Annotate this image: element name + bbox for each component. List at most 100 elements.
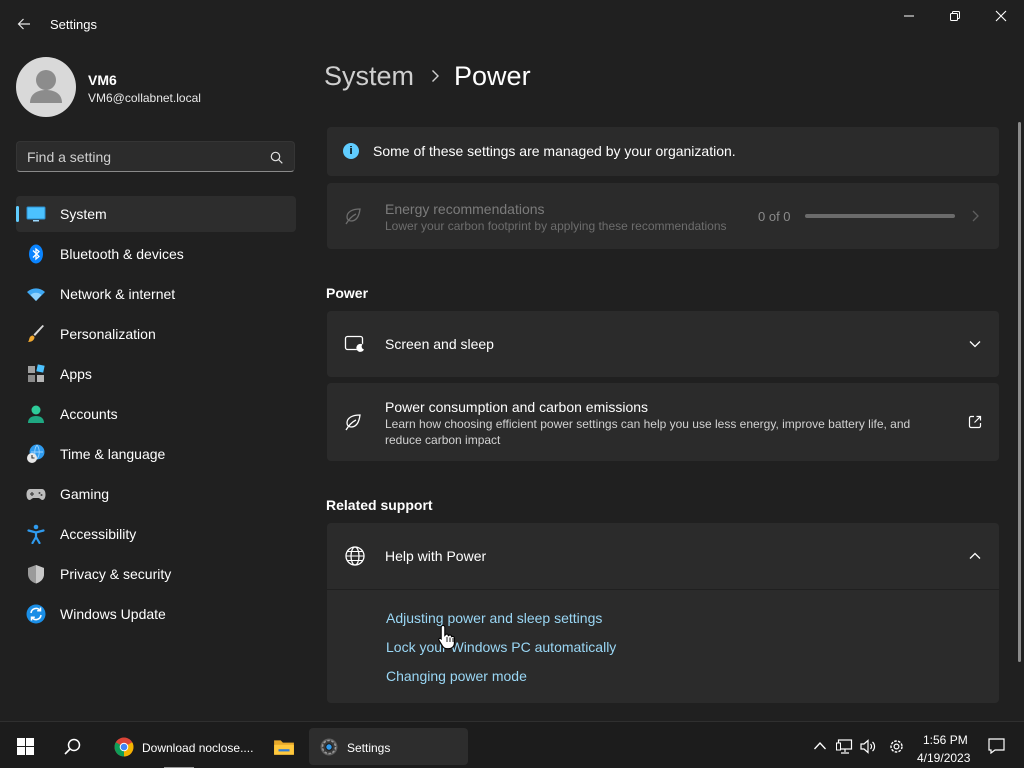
- close-icon: [995, 10, 1007, 22]
- notification-icon: [987, 738, 1005, 754]
- sidebar-item-time-language[interactable]: Time & language: [16, 436, 296, 472]
- help-link-changing-power-mode[interactable]: Changing power mode: [386, 668, 527, 684]
- external-link-icon[interactable]: [967, 414, 983, 430]
- breadcrumb: System Power: [324, 58, 531, 94]
- user-name: VM6: [88, 72, 117, 88]
- sidebar-item-label: Time & language: [60, 446, 166, 462]
- taskbar-app-chrome[interactable]: Download noclose....: [104, 728, 254, 768]
- paintbrush-icon: [28, 325, 44, 342]
- wifi-icon: [27, 288, 45, 301]
- power-consumption-row[interactable]: Power consumption and carbon emissions L…: [327, 383, 999, 461]
- notification-center-button[interactable]: [987, 738, 1005, 754]
- app-title: Settings: [50, 17, 97, 32]
- taskbar-app-settings[interactable]: Settings: [309, 728, 468, 765]
- minimize-button[interactable]: [886, 0, 932, 32]
- help-link-adjusting-power-sleep[interactable]: Adjusting power and sleep settings: [386, 610, 602, 626]
- volume-button[interactable]: [859, 738, 877, 754]
- energy-recommendations-count: 0 of 0: [758, 209, 791, 224]
- screen-and-sleep-title: Screen and sleep: [385, 336, 494, 352]
- chevron-right-icon: [972, 210, 979, 222]
- sidebar-item-system[interactable]: System: [16, 196, 296, 232]
- sidebar-item-personalization[interactable]: Personalization: [16, 316, 296, 352]
- minimize-icon: [904, 15, 914, 17]
- energy-recommendations-description: Lower your carbon footprint by applying …: [385, 219, 727, 233]
- chevron-down-icon[interactable]: [967, 336, 983, 352]
- shield-icon: [28, 565, 44, 584]
- help-link-lock-pc-automatically[interactable]: Lock your Windows PC automatically: [386, 639, 616, 655]
- globe-clock-icon: [27, 444, 45, 463]
- restore-icon: [950, 11, 960, 21]
- taskbar-app-label: Download noclose....: [142, 741, 254, 755]
- chrome-icon: [114, 737, 134, 757]
- show-hidden-icons-button[interactable]: [811, 738, 829, 754]
- globe-icon: [345, 546, 365, 566]
- info-text: Some of these settings are managed by yo…: [373, 143, 736, 159]
- managed-by-organization-banner: i Some of these settings are managed by …: [327, 127, 999, 176]
- energy-recommendations-title: Energy recommendations: [385, 201, 545, 217]
- taskbar-app-label: Settings: [347, 741, 391, 755]
- title-bar: Settings: [0, 0, 1024, 48]
- arrow-left-icon: [17, 18, 30, 30]
- network-status-button[interactable]: [835, 738, 853, 754]
- search-icon[interactable]: [270, 151, 283, 164]
- back-button[interactable]: [10, 10, 38, 38]
- energy-progress-bar: [805, 214, 955, 218]
- sidebar-item-gaming[interactable]: Gaming: [16, 476, 296, 512]
- monitor-icon: [26, 206, 46, 222]
- accounts-person-icon: [28, 405, 44, 423]
- power-section-header: Power: [326, 285, 369, 301]
- sidebar-item-windows-update[interactable]: Windows Update: [16, 596, 296, 632]
- clock-date[interactable]: 4/19/2023: [917, 751, 970, 765]
- screen-sleep-icon: [344, 335, 366, 353]
- sidebar-item-label: Network & internet: [60, 286, 176, 302]
- chevron-up-icon: [814, 742, 826, 750]
- search-input[interactable]: [27, 148, 257, 166]
- leaf-icon: [345, 414, 361, 431]
- help-links-panel: Adjusting power and sleep settings Lock …: [327, 590, 999, 703]
- screen-and-sleep-row[interactable]: Screen and sleep: [327, 311, 999, 377]
- start-button[interactable]: [8, 727, 42, 765]
- restore-button[interactable]: [932, 0, 978, 32]
- windows-update-icon: [26, 604, 46, 624]
- chevron-up-icon[interactable]: [967, 548, 983, 564]
- windows-logo-icon: [16, 737, 34, 755]
- help-with-power-title: Help with Power: [385, 548, 487, 564]
- scrollbar[interactable]: [1018, 122, 1021, 662]
- energy-recommendations-card[interactable]: Energy recommendations Lower your carbon…: [327, 183, 999, 249]
- volume-icon: [859, 738, 875, 754]
- sidebar-item-label: System: [60, 206, 107, 222]
- power-consumption-description: Learn how choosing efficient power setti…: [385, 417, 911, 447]
- search-box[interactable]: [16, 141, 295, 172]
- sidebar-item-accounts[interactable]: Accounts: [16, 396, 296, 432]
- accessibility-icon: [27, 524, 45, 544]
- gear-icon: [320, 738, 338, 756]
- sidebar-item-label: Gaming: [60, 486, 110, 502]
- sidebar-item-label: Windows Update: [60, 606, 166, 622]
- tray-settings-button[interactable]: [887, 738, 905, 754]
- sidebar-item-label: Bluetooth & devices: [60, 246, 184, 262]
- chevron-right-icon: [430, 69, 440, 83]
- breadcrumb-parent[interactable]: System: [324, 61, 414, 92]
- sidebar-item-privacy-security[interactable]: Privacy & security: [16, 556, 296, 592]
- leaf-icon: [345, 208, 361, 225]
- folder-icon: [274, 740, 294, 755]
- sidebar-item-accessibility[interactable]: Accessibility: [16, 516, 296, 552]
- sidebar-item-label: Accessibility: [60, 526, 137, 542]
- related-support-header: Related support: [326, 497, 433, 513]
- sidebar-item-network[interactable]: Network & internet: [16, 276, 296, 312]
- taskbar-search-button[interactable]: [54, 727, 90, 765]
- hand-cursor-icon: [438, 624, 455, 650]
- person-silhouette-icon: [30, 70, 62, 103]
- clock-time[interactable]: 1:56 PM: [923, 733, 968, 747]
- sidebar-item-label: Personalization: [60, 326, 156, 342]
- taskbar-app-file-explorer[interactable]: [264, 728, 304, 765]
- close-button[interactable]: [978, 0, 1024, 32]
- sidebar-item-bluetooth[interactable]: Bluetooth & devices: [16, 236, 296, 272]
- sidebar-item-apps[interactable]: Apps: [16, 356, 296, 392]
- help-with-power-row[interactable]: Help with Power: [327, 523, 999, 589]
- page-title: Power: [454, 60, 531, 91]
- power-consumption-title: Power consumption and carbon emissions: [385, 399, 649, 415]
- avatar[interactable]: [16, 57, 76, 117]
- gamepad-icon: [26, 489, 46, 500]
- info-icon: i: [343, 143, 359, 159]
